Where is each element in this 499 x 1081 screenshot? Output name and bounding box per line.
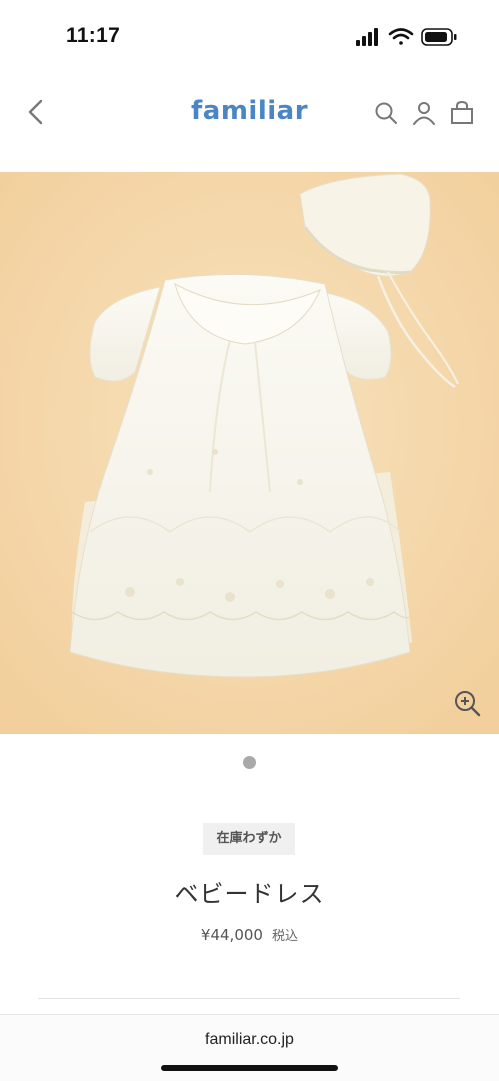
- url-bar[interactable]: familiar.co.jp: [0, 1031, 499, 1049]
- signal-icon: [356, 28, 378, 46]
- battery-icon: [421, 28, 457, 46]
- status-icons: [356, 28, 457, 46]
- status-bar: 11:17: [0, 0, 499, 70]
- price-row: ¥44,000 税込: [0, 925, 499, 944]
- site-header: familiar: [0, 85, 499, 141]
- carousel-indicator-dot[interactable]: [243, 756, 256, 769]
- user-icon[interactable]: [411, 100, 437, 126]
- zoom-in-icon[interactable]: [452, 688, 482, 718]
- shopping-bag-icon[interactable]: [449, 100, 475, 126]
- baby-dress-illustration: [0, 172, 499, 734]
- browser-bar: familiar.co.jp: [0, 1014, 499, 1081]
- status-time: 11:17: [66, 24, 121, 47]
- product-title: ベビードレス: [174, 880, 325, 908]
- product-image[interactable]: [0, 172, 499, 734]
- divider: [38, 998, 460, 999]
- wifi-icon: [388, 28, 414, 45]
- tax-label: 税込: [272, 929, 299, 944]
- product-price: ¥44,000: [200, 926, 263, 944]
- home-indicator[interactable]: [161, 1065, 338, 1071]
- stock-badge: 在庫わずか: [203, 823, 295, 855]
- search-icon[interactable]: [373, 100, 399, 126]
